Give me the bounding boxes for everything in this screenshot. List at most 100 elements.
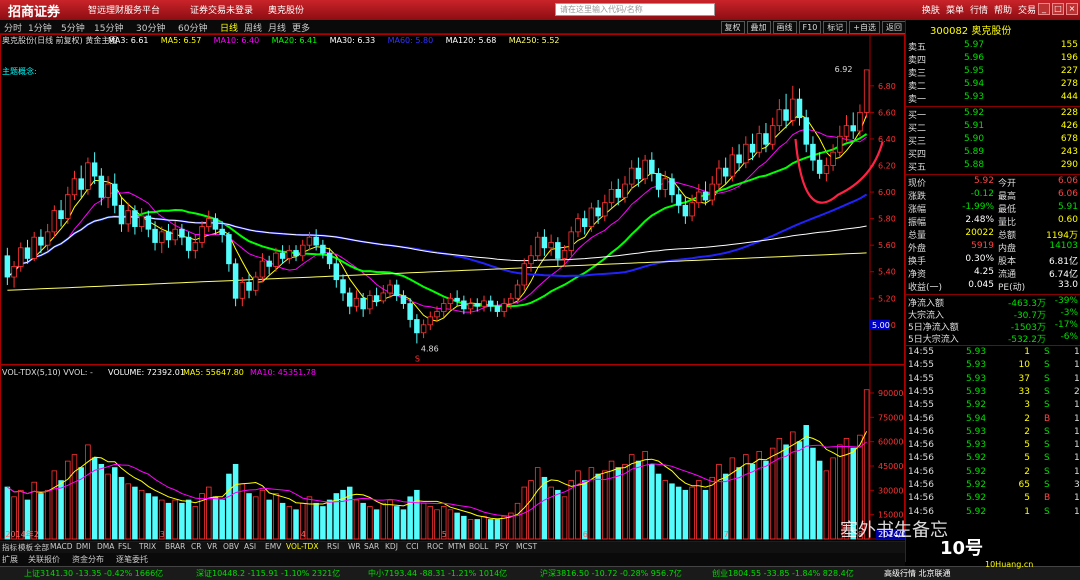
indicator-tab-15[interactable]: RSI <box>327 542 339 551</box>
period-tab-6[interactable]: 日线 <box>220 21 238 34</box>
indicator-tab-16[interactable]: WR <box>348 542 361 551</box>
ask-row-0: 卖五 5.97 155 <box>906 40 1080 53</box>
ask-row-3-c2: 278 <box>1060 79 1078 89</box>
indicator-tab-13[interactable]: EMV <box>265 542 281 551</box>
bottom-tab-0[interactable]: 扩展 <box>2 554 18 565</box>
stat-row-0-c3: 6.06 <box>1057 176 1078 186</box>
period-tab-9[interactable]: 更多 <box>292 21 310 34</box>
candle <box>165 231 172 241</box>
candle <box>212 218 219 230</box>
indicator-tab-12[interactable]: ASI <box>244 542 256 551</box>
title-btn-2[interactable]: 行情 <box>970 3 988 16</box>
stat-row-3: 振幅 2.48% 量比 0.60 <box>906 215 1080 228</box>
bottom-tab-3[interactable]: 逐笔委托 <box>116 554 148 565</box>
indicator-tab-4[interactable]: DMI <box>76 542 90 551</box>
indicator-tab-7[interactable]: TRIX <box>139 542 156 551</box>
candle <box>387 284 393 294</box>
indicator-tab-20[interactable]: ROC <box>427 542 443 551</box>
quote-title: 300082 奥克股份 <box>930 26 1012 37</box>
stat-row-5-c0: 外盘 <box>908 244 927 254</box>
indicator-tab-22[interactable]: BOLL <box>469 542 488 551</box>
tool-btn-1[interactable]: 叠加 <box>746 21 771 34</box>
period-tab-2[interactable]: 5分钟 <box>61 21 85 34</box>
indicator-tab-10[interactable]: VR <box>207 542 217 551</box>
title-btn-4[interactable]: 交易 <box>1018 3 1036 16</box>
bid-row-3: 买四 5.89 243 <box>906 147 1080 160</box>
tool-btn-5[interactable]: +自选 <box>849 21 880 34</box>
tool-btn-0[interactable]: 复权 <box>720 21 745 34</box>
indicator-tab-3[interactable]: MACD <box>50 542 72 551</box>
period-tab-3[interactable]: 15分钟 <box>94 21 123 34</box>
stat-row-0: 现价 5.92 今开 6.06 <box>906 176 1080 189</box>
status-item-4[interactable]: 创业1804.55 -33.85 -1.84% 828.4亿 <box>712 568 854 579</box>
indicator-tab-24[interactable]: MCST <box>516 542 537 551</box>
candle <box>18 247 24 267</box>
indicator-tab-0[interactable]: 指标 <box>2 542 17 553</box>
tool-btn-2[interactable]: 画线 <box>772 21 797 34</box>
watermark-site: 10Huang.cn <box>985 560 1034 569</box>
minimize-icon[interactable]: _ <box>1038 3 1050 15</box>
tick-row-2-c1: 5.93 <box>966 373 987 384</box>
volume-bar <box>709 476 715 540</box>
candle <box>568 231 575 251</box>
ask-row-1-c0: 卖四 <box>908 56 927 66</box>
volume-bar <box>823 470 830 540</box>
status-item-3[interactable]: 沪深3816.50 -10.72 -0.28% 956.7亿 <box>540 568 682 579</box>
flow-row-2-c2: -17% <box>1054 320 1078 330</box>
search-box[interactable]: 请在这里输入代码/名称 <box>555 3 715 16</box>
indicator-tab-9[interactable]: CR <box>191 542 201 551</box>
tool-btn-6[interactable]: 返回 <box>882 21 906 34</box>
indicator-tab-6[interactable]: FSL <box>118 542 131 551</box>
period-tab-0[interactable]: 分时 <box>4 21 22 34</box>
close-icon[interactable]: × <box>1066 3 1078 15</box>
period-tab-8[interactable]: 月线 <box>268 21 286 34</box>
title-btn-3[interactable]: 帮助 <box>994 3 1012 16</box>
status-item-1[interactable]: 深证10448.2 -115.91 -1.10% 2321亿 <box>196 568 340 579</box>
indicator-tab-19[interactable]: CCI <box>406 542 419 551</box>
indicator-tab-18[interactable]: KDJ <box>385 542 398 551</box>
maximize-icon[interactable]: □ <box>1052 3 1064 15</box>
candle <box>44 231 51 246</box>
status-item-5[interactable]: 高级行情 北京联通 <box>884 568 951 579</box>
indicator-tab-1[interactable]: 模板 <box>18 542 33 553</box>
indicator-tab-14[interactable]: VOL-TDX <box>286 542 318 551</box>
tick-row-6: 14:56 5.93 2 S 1 <box>906 427 1080 440</box>
tick-row-8-c1: 5.92 <box>966 453 987 464</box>
indicator-tab-23[interactable]: PSY <box>495 542 509 551</box>
indicator-tab-2[interactable]: 全部 <box>34 542 49 553</box>
tool-btn-4[interactable]: 标记 <box>823 21 848 34</box>
status-item-0[interactable]: 上证3141.30 -13.35 -0.42% 1666亿 <box>24 568 163 579</box>
candle <box>179 228 185 238</box>
vol-tick-2: 60000 <box>878 438 903 447</box>
tick-row-6-c1: 5.93 <box>966 426 987 437</box>
stat-row-1-c2: 最高 <box>998 192 1017 202</box>
title-bar: 招商证券 智远理财服务平台 证券交易未登录 奥克股份 请在这里输入代码/名称 换… <box>0 0 1080 20</box>
indicator-tab-8[interactable]: BRAR <box>165 542 185 551</box>
candle <box>78 178 84 190</box>
ask-row-4: 卖一 5.93 444 <box>906 92 1080 105</box>
volume-bar <box>575 470 581 540</box>
candle <box>548 242 554 249</box>
indicator-tab-5[interactable]: DMA <box>97 542 114 551</box>
tool-btn-3[interactable]: F10 <box>798 21 822 34</box>
candle <box>219 228 225 235</box>
kline-chart[interactable]: 奥克股份(日线 前复权) 黄金主图MA3: 6.61 MA5: 6.57 MA10:… <box>0 34 905 541</box>
candle <box>299 244 306 257</box>
bottom-tab-2[interactable]: 资金分布 <box>72 554 104 565</box>
indicator-tab-17[interactable]: SAR <box>364 542 379 551</box>
tick-row-7-c3: S <box>1044 440 1050 451</box>
indicator-tab-11[interactable]: OBV <box>223 542 239 551</box>
candle <box>434 311 440 318</box>
period-tab-7[interactable]: 周线 <box>244 21 262 34</box>
period-tab-5[interactable]: 60分钟 <box>178 21 207 34</box>
period-tab-4[interactable]: 30分钟 <box>136 21 165 34</box>
x-label-2: 4 <box>301 530 306 539</box>
period-tab-1[interactable]: 1分钟 <box>28 21 52 34</box>
status-item-2[interactable]: 中小7193.44 -88.31 -1.21% 1014亿 <box>368 568 507 579</box>
title-btn-1[interactable]: 菜单 <box>946 3 964 16</box>
title-btn-0[interactable]: 换肤 <box>922 3 940 16</box>
login-status[interactable]: 证券交易未登录 <box>190 3 253 16</box>
indicator-tab-21[interactable]: MTM <box>448 542 466 551</box>
bottom-tab-1[interactable]: 关联报价 <box>28 554 60 565</box>
stat-row-8-c3: 33.0 <box>1057 280 1078 290</box>
